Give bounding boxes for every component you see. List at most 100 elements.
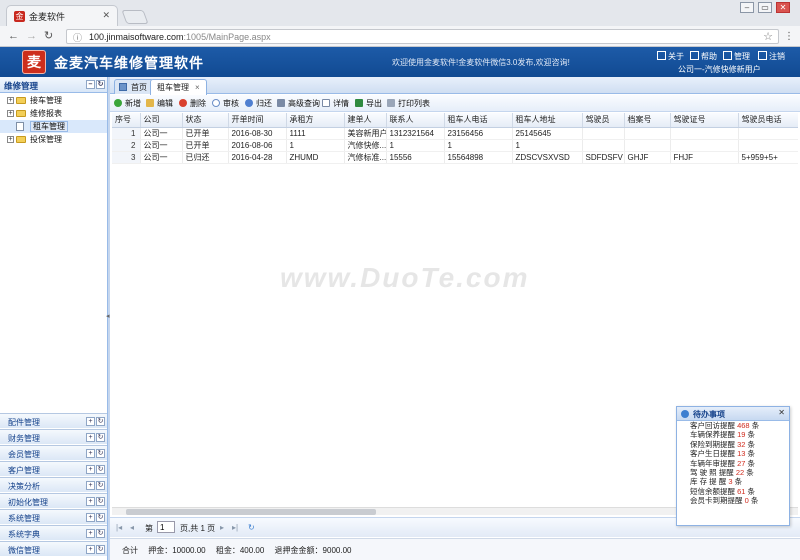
delete-button[interactable]: 删除 [179,98,206,109]
column-header[interactable]: 租车人电话 [444,113,513,128]
section-wechat[interactable]: 微信管理 + ↻ [0,541,107,556]
page-info-icon[interactable]: ⓘ [73,31,82,44]
tree-node-car-rental[interactable]: 租车管理 [0,120,107,133]
column-header[interactable]: 开单时间 [228,113,287,128]
table-row[interactable]: 1 公司一 已开单 2016-08-30 1111 美容新用户 13123215… [112,127,798,140]
section-dictionary[interactable]: 系统字典 + ↻ [0,525,107,540]
column-header[interactable]: 公司 [140,113,183,128]
section-refresh-button[interactable]: ↻ [96,481,105,490]
section-initialization[interactable]: 初始化管理 + ↻ [0,493,107,508]
column-header[interactable]: 驾驶证号 [670,113,739,128]
logout-link[interactable]: 注销 [758,51,785,62]
todo-item[interactable]: 驾 驶 照 提醒 22 条 [677,468,789,477]
minimize-button[interactable]: – [740,2,754,13]
tree-node-insurance[interactable]: + 投保管理 [0,133,107,146]
help-link[interactable]: 帮助 [690,51,717,62]
column-header[interactable]: 档案号 [624,113,671,128]
todo-item[interactable]: 车辆保养提醒 19 条 [677,430,789,439]
edit-button[interactable]: 编辑 [146,98,173,109]
section-customers[interactable]: 客户管理 + ↻ [0,461,107,476]
section-expand-button[interactable]: + [86,449,95,458]
tab-close-icon[interactable]: ✕ [102,10,110,21]
todo-item[interactable]: 客户生日提醒 13 条 [677,449,789,458]
todo-close-icon[interactable]: ✕ [778,408,785,417]
details-button[interactable]: 详情 [322,98,349,109]
section-expand-button[interactable]: + [86,465,95,474]
column-header[interactable]: 承租方 [286,113,345,128]
section-expand-button[interactable]: + [86,433,95,442]
expand-icon[interactable]: + [7,110,14,117]
refresh-icon[interactable]: ↻ [248,523,255,532]
bookmark-star-icon[interactable]: ☆ [763,30,773,43]
section-refresh-button[interactable]: ↻ [96,465,105,474]
url-input[interactable]: ⓘ 100.jinmaisoftware.com:1005/MainPage.a… [66,29,779,44]
section-expand-button[interactable]: + [86,497,95,506]
section-expand-button[interactable]: + [86,481,95,490]
new-tab-button[interactable] [121,10,149,24]
section-expand-button[interactable]: + [86,545,95,554]
close-window-button[interactable]: ✕ [776,2,790,13]
reload-icon[interactable]: ↻ [44,30,53,42]
section-refresh-button[interactable]: ↻ [96,449,105,458]
todo-item[interactable]: 会员卡到期提醒 0 条 [677,496,789,505]
section-expand-button[interactable]: + [86,529,95,538]
table-cell [670,139,739,152]
section-expand-button[interactable]: + [86,513,95,522]
todo-item[interactable]: 客户回访提醒 468 条 [677,421,789,430]
section-refresh-button[interactable]: ↻ [96,433,105,442]
print-list-button[interactable]: 打印列表 [387,98,430,109]
advanced-search-button[interactable]: 高级查询 [277,98,320,109]
add-button[interactable]: 新增 [114,98,141,109]
section-analytics[interactable]: 决策分析 + ↻ [0,477,107,492]
about-link[interactable]: 关于 [657,51,684,62]
todo-item[interactable]: 车辆年审提醒 27 条 [677,459,789,468]
section-members[interactable]: 会员管理 + ↻ [0,445,107,460]
column-header[interactable]: 联系人 [386,113,445,128]
scrollbar-thumb[interactable] [126,509,376,515]
first-page-icon[interactable]: |◂ [116,523,122,532]
todo-item[interactable]: 库 存 提 醒 3 条 [677,477,789,486]
tree-node-reports[interactable]: + 维修报表 [0,107,107,120]
expand-icon[interactable]: + [7,97,14,104]
maximize-button[interactable]: ▭ [758,2,772,13]
todo-item[interactable]: 短信余额提醒 61 条 [677,487,789,496]
page-number-input[interactable] [157,521,175,533]
section-parts[interactable]: 配件管理 + ↻ [0,413,107,428]
section-refresh-button[interactable]: ↻ [96,545,105,554]
return-button[interactable]: 归还 [245,98,272,109]
section-expand-button[interactable]: + [86,417,95,426]
sidebar-collapse-button[interactable]: – [86,80,95,89]
forward-arrow-icon[interactable]: → [26,30,37,42]
section-finance[interactable]: 财务管理 + ↻ [0,429,107,444]
next-page-icon[interactable]: ▸ [220,523,224,532]
browser-menu-icon[interactable]: ⋮ [784,31,794,42]
column-header[interactable]: 驾驶员电话 [738,113,798,128]
column-header[interactable]: 序号 [112,113,141,128]
summary-bar: 合计 押金：10000.00 租金：400.00 退押金金额：9000.00 [110,538,800,560]
section-system[interactable]: 系统管理 + ↻ [0,509,107,524]
expand-icon[interactable]: + [7,136,14,143]
approve-button[interactable]: 审核 [212,98,239,109]
column-header[interactable]: 状态 [182,113,229,128]
tab-car-rental[interactable]: 租车管理 × [150,79,207,95]
todo-item[interactable]: 保险到期提醒 32 条 [677,440,789,449]
admin-link[interactable]: 管理 [723,51,750,62]
table-row[interactable]: 3 公司一 已归还 2016-04-28 ZHUMD 汽修标准... 15556… [112,151,798,164]
column-header[interactable]: 驾驶员 [582,113,625,128]
column-header[interactable]: 租车人地址 [512,113,583,128]
prev-page-icon[interactable]: ◂ [130,523,134,532]
last-page-icon[interactable]: ▸| [232,523,238,532]
tab-home[interactable]: 首页 [114,79,154,94]
section-refresh-button[interactable]: ↻ [96,417,105,426]
column-header[interactable]: 建单人 [344,113,387,128]
section-refresh-button[interactable]: ↻ [96,513,105,522]
section-refresh-button[interactable]: ↻ [96,529,105,538]
sidebar-refresh-button[interactable]: ↻ [96,80,105,89]
export-button[interactable]: 导出 [355,98,382,109]
section-refresh-button[interactable]: ↻ [96,497,105,506]
back-arrow-icon[interactable]: ← [8,30,19,42]
browser-tab[interactable]: 金 金麦软件 ✕ [6,5,118,26]
tab-close-icon[interactable]: × [195,83,200,92]
tree-node-reception[interactable]: + 接车管理 [0,94,107,107]
table-row[interactable]: 2 公司一 已开单 2016-08-06 1 汽修快修... 1 1 1 [112,139,798,152]
